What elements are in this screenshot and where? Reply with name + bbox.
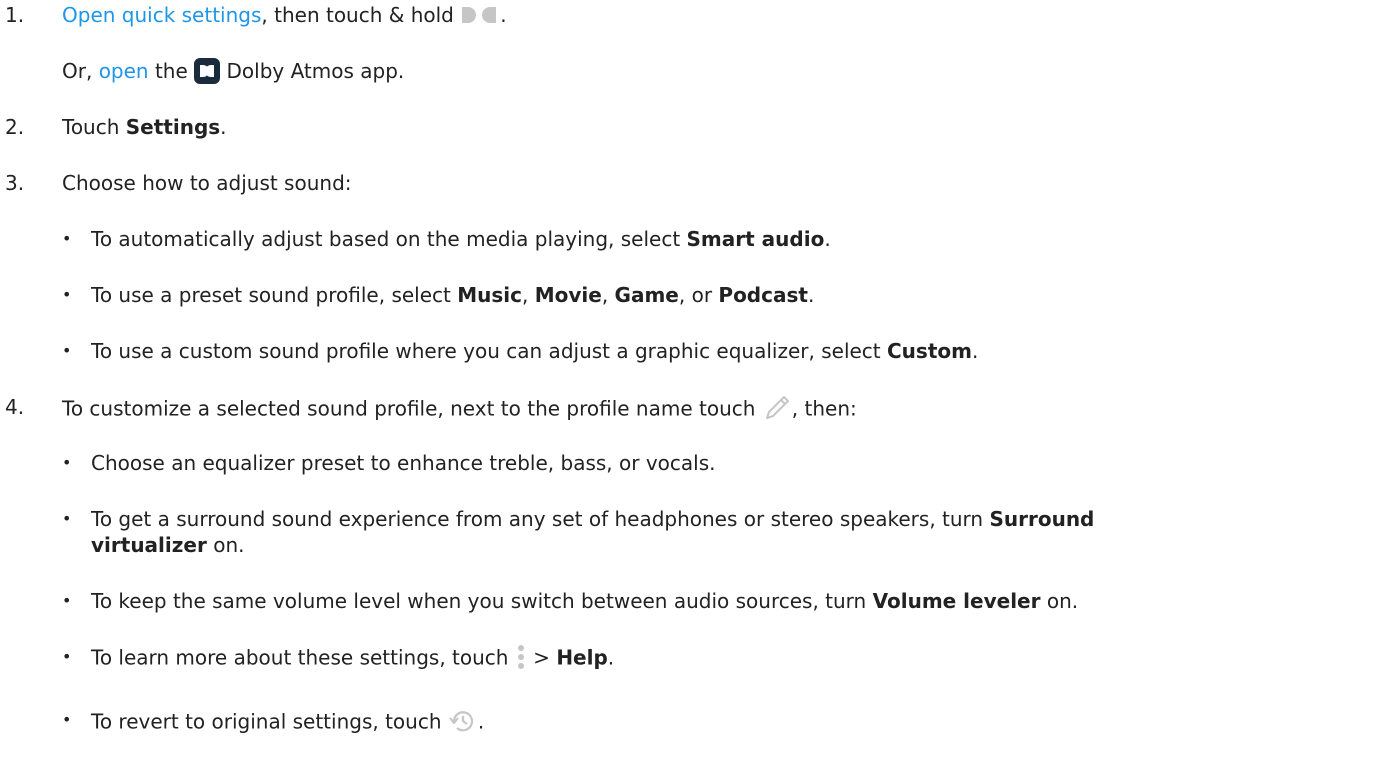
bold-term: Custom	[887, 339, 972, 363]
text-span: >	[526, 645, 557, 670]
bullet: •	[62, 285, 72, 304]
bullet: •	[62, 710, 72, 729]
text-span: .	[477, 709, 485, 734]
text-span: To customize a selected sound profile, n…	[62, 396, 762, 421]
bold-term: Movie	[534, 283, 602, 307]
bullet-text: virtualizer on.	[91, 533, 244, 557]
bullet-text: To get a surround sound experience from …	[91, 507, 1094, 531]
history-revert-icon	[449, 711, 473, 732]
step-text: Choose how to adjust sound:	[62, 171, 352, 195]
text-span: To use a custom sound profile where you …	[91, 339, 887, 363]
bold-term: Surround	[989, 507, 1095, 531]
bullet: •	[62, 647, 72, 666]
text-span: Dolby Atmos app.	[220, 59, 405, 83]
bold-term: Help	[556, 645, 608, 670]
step-number: 2.	[5, 115, 25, 139]
bullet-text: Choose an equalizer preset to enhance tr…	[91, 451, 716, 475]
settings-label: Settings	[125, 115, 221, 139]
text-span: .	[824, 227, 831, 251]
text-span: , then:	[791, 396, 857, 421]
step-alt-text: Or, open the Dolby Atmos app.	[62, 57, 405, 86]
step-text: Touch Settings.	[62, 115, 227, 139]
text-span: ,	[601, 283, 615, 307]
bullet-text: To use a custom sound profile where you …	[91, 339, 978, 363]
text-span: To learn more about these settings, touc…	[91, 645, 515, 670]
bullet-text: To learn more about these settings, touc…	[91, 645, 614, 673]
text-span: , then touch & hold	[261, 3, 461, 27]
bullet: •	[62, 341, 72, 360]
text-span: .	[500, 3, 507, 27]
bullet: •	[62, 453, 72, 472]
step-text: Open quick settings, then touch & hold .	[62, 3, 507, 27]
text-span: .	[220, 115, 227, 139]
dolby-quick-settings-icon	[462, 6, 497, 23]
bold-term: Music	[457, 283, 522, 307]
more-vert-icon	[517, 645, 524, 669]
text-span: Touch	[62, 115, 126, 139]
text-span: .	[607, 645, 615, 670]
pencil-edit-icon	[765, 396, 789, 419]
text-span: Or,	[62, 59, 99, 83]
bullet: •	[62, 591, 72, 610]
bullet-text: To revert to original settings, touch .	[91, 708, 484, 738]
text-span: .	[807, 283, 815, 307]
text-span: To use a preset sound profile, select	[91, 283, 458, 307]
text-span: the	[148, 59, 195, 83]
bold-term: Podcast	[718, 283, 808, 307]
text-span: on.	[206, 533, 245, 557]
text-span: ,	[522, 283, 535, 307]
dolby-atmos-app-icon	[194, 57, 221, 84]
text-span: on.	[1040, 589, 1079, 613]
text-span: .	[971, 339, 979, 363]
open-app-link[interactable]: open	[99, 59, 149, 83]
open-quick-settings-link[interactable]: Open quick settings	[62, 3, 261, 27]
bullet: •	[62, 229, 72, 248]
bullet: •	[62, 509, 72, 528]
bullet-text: To use a preset sound profile, select Mu…	[91, 283, 814, 307]
text-span: To get a surround sound experience from …	[91, 507, 990, 531]
step-text: To customize a selected sound profile, n…	[62, 395, 857, 425]
bold-term: Game	[614, 283, 679, 307]
text-span: To revert to original settings, touch	[91, 709, 448, 734]
text-span: , or	[678, 283, 719, 307]
text-span: To keep the same volume level when you s…	[91, 589, 873, 613]
bold-term: Smart audio	[686, 227, 825, 251]
bold-term: virtualizer	[91, 533, 207, 557]
step-number: 1.	[5, 3, 25, 27]
bullet-text: To keep the same volume level when you s…	[91, 589, 1078, 613]
step-number: 4.	[5, 395, 25, 419]
step-number: 3.	[5, 171, 25, 195]
bold-term: Volume leveler	[872, 589, 1041, 613]
bullet-text: To automatically adjust based on the med…	[91, 227, 831, 251]
text-span: To automatically adjust based on the med…	[91, 227, 687, 251]
